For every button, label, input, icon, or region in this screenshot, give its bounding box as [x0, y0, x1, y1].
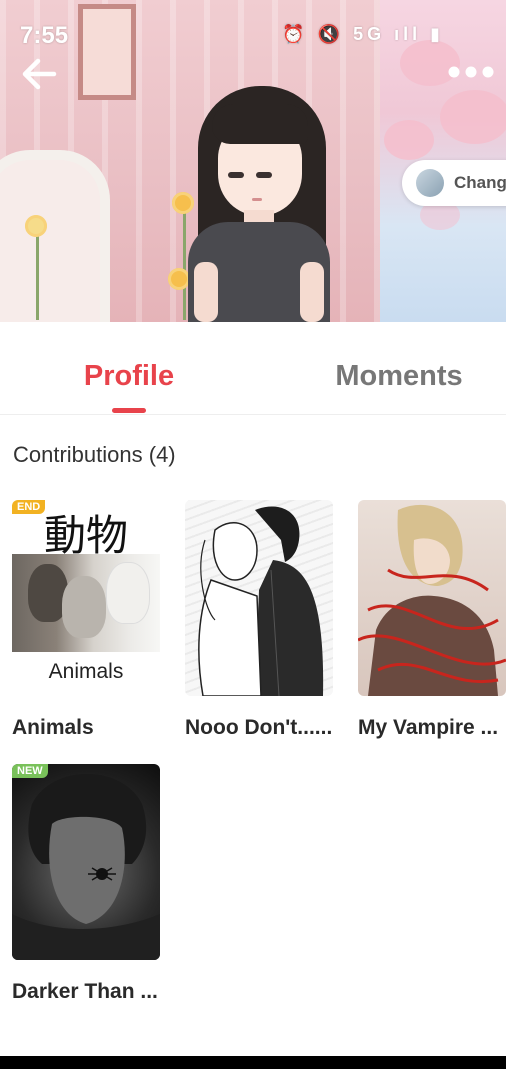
dark-portrait-illustration — [12, 774, 160, 960]
story-title[interactable]: Nooo Don't...... — [185, 716, 345, 740]
story-title[interactable]: Animals — [12, 716, 172, 740]
contributions-heading: Contributions (4) — [13, 442, 176, 467]
new-badge: NEW — [12, 764, 48, 778]
more-dots-icon — [448, 66, 494, 78]
more-options-button[interactable] — [446, 62, 496, 82]
cover-caption: Animals — [48, 660, 124, 683]
profile-header-banner: 7:55 ⏰ 🔇 5G ıll ▮ Chang — [0, 0, 506, 322]
story-title[interactable]: My Vampire ... — [358, 716, 506, 740]
wolves-illustration — [12, 554, 160, 652]
story-title[interactable]: Darker Than ... — [12, 980, 172, 1004]
story-cover[interactable]: NEW — [12, 764, 160, 960]
change-outfit-button[interactable]: Chang — [402, 160, 506, 206]
profile-tabs: Profile Moments — [0, 322, 506, 415]
change-outfit-label: Chang — [454, 173, 506, 192]
tab-moments[interactable]: Moments — [326, 360, 472, 393]
story-cover[interactable]: 動物 Animals END — [12, 500, 160, 696]
status-bar: 7:55 ⏰ 🔇 5G ıll ▮ — [0, 0, 506, 70]
active-tab-indicator — [112, 408, 146, 413]
chair-illustration — [0, 150, 110, 322]
story-cover[interactable] — [185, 500, 333, 696]
tab-profile[interactable]: Profile — [62, 360, 196, 393]
status-icons: ⏰ 🔇 5G ıll ▮ — [282, 24, 444, 44]
manga-couple-illustration — [198, 506, 324, 696]
system-navigation-bar — [0, 1056, 506, 1069]
status-time: 7:55 — [20, 22, 69, 49]
back-button[interactable] — [18, 52, 62, 96]
end-badge: END — [12, 500, 46, 514]
back-arrow-icon — [22, 58, 57, 90]
story-cover[interactable] — [358, 500, 506, 696]
vampire-illustration — [358, 504, 506, 696]
outfit-avatar-icon — [416, 169, 444, 197]
